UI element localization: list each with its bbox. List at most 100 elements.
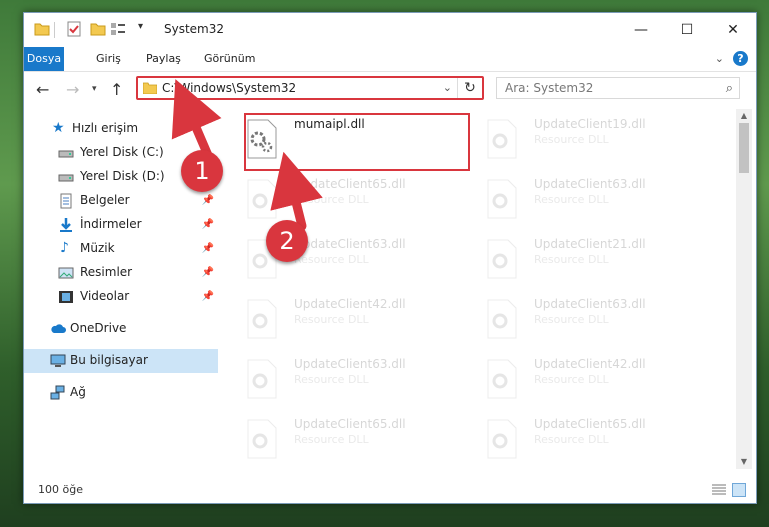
customize-quick-access-chevron-icon[interactable]: ▾ [138, 21, 143, 32]
dll-gear-icon [487, 419, 517, 459]
tiles-view-icon[interactable] [732, 483, 746, 497]
status-bar: 100 öğe [24, 477, 756, 503]
video-icon [59, 291, 73, 303]
sidebar-item-downloads[interactable]: İndirmeler 📌 [24, 213, 218, 237]
sidebar-item-label: Ağ [70, 385, 86, 399]
vertical-scrollbar[interactable]: ▲ ▼ [736, 109, 752, 469]
file-tile[interactable]: UpdateClient42.dll Resource DLL [468, 353, 690, 405]
file-name: UpdateClient42.dll [534, 357, 646, 371]
file-tile[interactable]: UpdateClient63.dll Resource DLL [468, 173, 690, 225]
file-tile[interactable]: UpdateClient19.dll Resource DLL [468, 113, 690, 165]
dll-gear-icon [487, 179, 517, 219]
file-tile[interactable]: UpdateClient63.dll Resource DLL [468, 293, 690, 345]
tab-file[interactable]: Dosya [24, 47, 64, 71]
cloud-icon [51, 324, 66, 333]
properties-check-icon[interactable] [66, 21, 82, 37]
sidebar-item-label: Bu bilgisayar [70, 353, 148, 367]
minimize-button[interactable]: — [618, 13, 664, 47]
file-name: UpdateClient65.dll [294, 177, 406, 191]
drive-icon [58, 150, 74, 158]
dll-gear-icon [487, 299, 517, 339]
pin-icon[interactable]: 📌 [202, 291, 214, 302]
up-arrow-icon[interactable]: ↑ [110, 80, 123, 99]
file-name: UpdateClient42.dll [294, 297, 406, 311]
file-name: UpdateClient19.dll [534, 117, 646, 131]
address-dropdown-chevron-icon[interactable]: ⌄ [443, 81, 452, 94]
search-input[interactable]: Ara: System32 ⌕ [496, 77, 740, 99]
file-tile[interactable]: UpdateClient65.dll Resource DLL [468, 413, 690, 465]
refresh-icon[interactable]: ↻ [457, 78, 482, 98]
view-options-icon[interactable] [110, 21, 126, 37]
file-type: Resource DLL [294, 373, 369, 386]
scroll-up-arrow-icon[interactable]: ▲ [736, 109, 752, 123]
close-button[interactable]: ✕ [710, 13, 756, 47]
new-folder-icon[interactable] [90, 21, 106, 37]
sidebar-item-music[interactable]: ♪ Müzik 📌 [24, 237, 218, 261]
dll-gear-icon [487, 119, 517, 159]
navigation-bar: ← → ▾ ↑ C:\Windows\System32 ⌄ ↻ Ara: Sys… [24, 72, 756, 106]
dll-gear-icon [487, 359, 517, 399]
forward-arrow-icon[interactable]: → [66, 80, 79, 99]
sidebar-item-videos[interactable]: Videolar 📌 [24, 285, 218, 309]
file-tile[interactable]: UpdateClient21.dll Resource DLL [468, 233, 690, 285]
picture-icon [58, 267, 74, 279]
sidebar-item-documents[interactable]: Belgeler 📌 [24, 189, 218, 213]
step-1-badge: 1 [181, 150, 223, 192]
tab-home[interactable]: Giriş [86, 47, 131, 71]
file-type: Resource DLL [534, 193, 609, 206]
file-type: Resource DLL [534, 253, 609, 266]
address-path[interactable]: C:\Windows\System32 [162, 81, 296, 95]
search-icon[interactable]: ⌕ [726, 81, 733, 96]
file-tile[interactable]: UpdateClient63.dll Resource DLL [228, 353, 450, 405]
file-type: Resource DLL [294, 193, 369, 206]
file-type: Resource DLL [294, 313, 369, 326]
tab-view[interactable]: Görünüm [194, 47, 265, 71]
details-view-icon[interactable] [712, 484, 726, 496]
explorer-window: ▾ System32 — ☐ ✕ Dosya Giriş Paylaş Görü… [23, 12, 757, 504]
file-tile[interactable]: UpdateClient63.dll Resource DLL [228, 233, 450, 285]
file-tile[interactable]: UpdateClient42.dll Resource DLL [228, 293, 450, 345]
sidebar-item-network[interactable]: Ağ [24, 381, 218, 405]
toolbar-divider [54, 22, 55, 38]
title-bar: ▾ System32 — ☐ ✕ [24, 13, 756, 47]
scroll-thumb[interactable] [739, 123, 749, 173]
dll-gear-icon [247, 299, 277, 339]
file-name: UpdateClient21.dll [534, 237, 646, 251]
file-name: UpdateClient63.dll [534, 297, 646, 311]
pin-icon[interactable]: 📌 [202, 243, 214, 254]
dll-gear-icon [247, 419, 277, 459]
sidebar-item-label: Yerel Disk (C:) [80, 145, 164, 159]
ribbon-tabs: Dosya Giriş Paylaş Görünüm ⌄ ? [24, 47, 756, 72]
expand-ribbon-chevron-icon[interactable]: ⌄ [715, 52, 724, 65]
file-type: Resource DLL [294, 253, 369, 266]
file-type: Resource DLL [534, 433, 609, 446]
pin-icon[interactable]: 📌 [202, 219, 214, 230]
file-tile[interactable]: UpdateClient65.dll Resource DLL [228, 173, 450, 225]
pin-icon[interactable]: 📌 [202, 267, 214, 278]
tab-share[interactable]: Paylaş [136, 47, 191, 71]
recent-locations-chevron-icon[interactable]: ▾ [92, 84, 97, 94]
drive-icon [58, 174, 74, 182]
window-title: System32 [164, 22, 225, 36]
music-icon: ♪ [60, 240, 69, 256]
file-tile[interactable]: UpdateClient65.dll Resource DLL [228, 413, 450, 465]
file-highlight-box [244, 113, 470, 171]
file-name: UpdateClient63.dll [294, 357, 406, 371]
sidebar-item-onedrive[interactable]: OneDrive [24, 317, 218, 341]
dll-gear-icon [247, 359, 277, 399]
sidebar-item-pictures[interactable]: Resimler 📌 [24, 261, 218, 285]
scroll-down-arrow-icon[interactable]: ▼ [736, 455, 752, 469]
document-icon [60, 193, 72, 209]
dll-gear-icon [247, 179, 277, 219]
pin-icon[interactable]: 📌 [202, 195, 214, 206]
step-2-badge: 2 [266, 220, 308, 262]
file-name: UpdateClient63.dll [294, 237, 406, 251]
maximize-button[interactable]: ☐ [664, 13, 710, 47]
back-arrow-icon[interactable]: ← [36, 80, 49, 99]
help-icon[interactable]: ? [733, 51, 748, 66]
address-bar[interactable]: C:\Windows\System32 ⌄ ↻ [136, 76, 484, 100]
sidebar-item-quick-access[interactable]: ★ Hızlı erişim [24, 117, 218, 141]
sidebar-item-this-pc[interactable]: Bu bilgisayar [24, 349, 218, 373]
file-type: Resource DLL [534, 313, 609, 326]
folder-icon[interactable] [34, 21, 50, 37]
